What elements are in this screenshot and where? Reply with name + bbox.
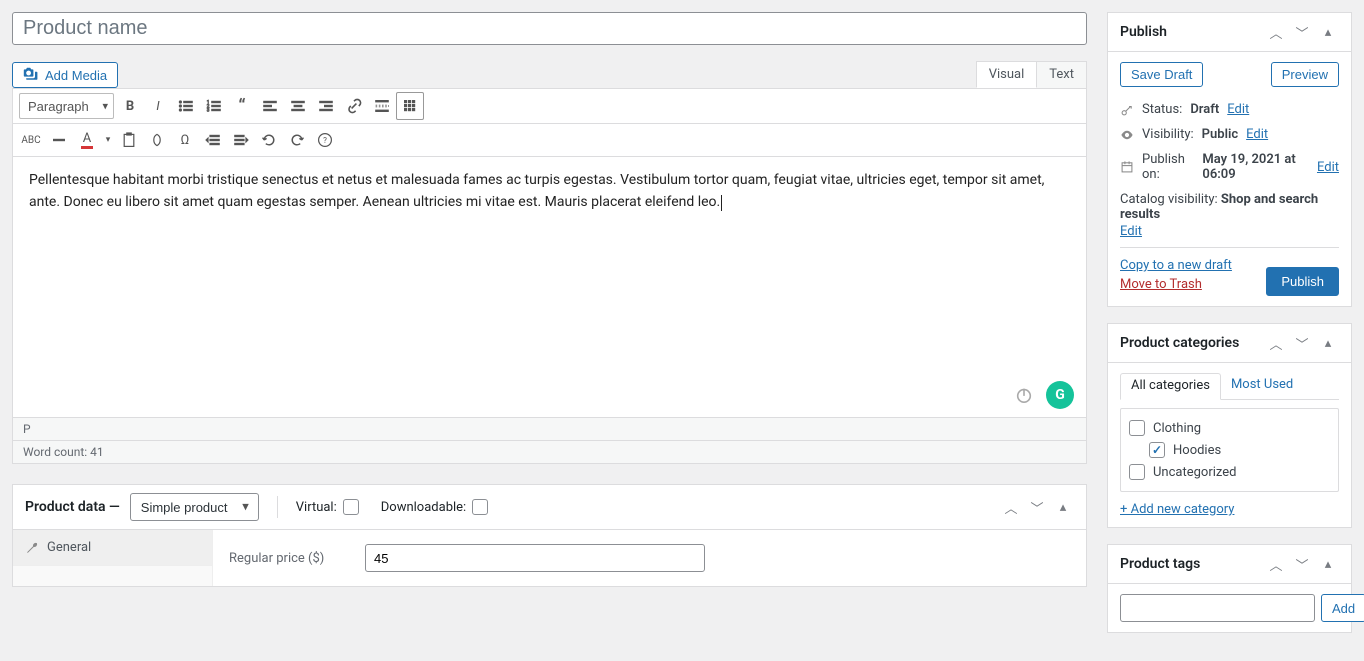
toggle-panel-icon[interactable]: ▴ <box>1317 553 1339 575</box>
align-left-button[interactable] <box>256 92 284 120</box>
redo-button[interactable] <box>283 126 311 154</box>
wrench-icon <box>25 541 39 555</box>
text-color-button[interactable]: A <box>73 126 101 154</box>
visibility-edit-link[interactable]: Edit <box>1246 127 1268 142</box>
category-label: Uncategorized <box>1153 465 1236 480</box>
virtual-checkbox-label[interactable]: Virtual: <box>296 499 359 515</box>
bullet-list-button[interactable] <box>172 92 200 120</box>
move-up-icon[interactable]: ︿ <box>1000 496 1022 518</box>
link-button[interactable] <box>340 92 368 120</box>
clear-formatting-button[interactable] <box>143 126 171 154</box>
move-up-icon[interactable]: ︿ <box>1265 553 1287 575</box>
editor-tab-text[interactable]: Text <box>1036 61 1087 88</box>
tags-title: Product tags <box>1120 556 1200 572</box>
svg-text:?: ? <box>323 136 327 145</box>
text-color-dropdown[interactable]: ▾ <box>101 126 115 154</box>
special-character-button[interactable]: Ω <box>171 126 199 154</box>
publish-on-value: May 19, 2021 at 06:09 <box>1202 152 1309 182</box>
editor-tab-visual[interactable]: Visual <box>976 61 1038 88</box>
tag-input[interactable] <box>1120 594 1315 622</box>
tab-most-used[interactable]: Most Used <box>1221 373 1303 399</box>
move-up-icon[interactable]: ︿ <box>1265 21 1287 43</box>
move-down-icon[interactable]: ﹀ <box>1291 21 1313 43</box>
tab-all-categories[interactable]: All categories <box>1120 373 1221 400</box>
paste-text-button[interactable] <box>115 126 143 154</box>
category-label: Clothing <box>1153 421 1201 436</box>
outdent-button[interactable] <box>199 126 227 154</box>
category-label: Hoodies <box>1173 443 1221 458</box>
visibility-value: Public <box>1202 127 1238 142</box>
categories-title: Product categories <box>1120 335 1239 351</box>
category-item[interactable]: Uncategorized <box>1129 461 1330 483</box>
add-tag-button[interactable]: Add <box>1321 594 1364 622</box>
regular-price-input[interactable] <box>365 544 705 572</box>
media-icon <box>23 67 39 83</box>
category-checkbox[interactable] <box>1129 420 1145 436</box>
hr-button[interactable] <box>45 126 73 154</box>
bold-button[interactable]: B <box>116 92 144 120</box>
product-type-select[interactable]: Simple product <box>130 493 259 521</box>
format-select[interactable]: Paragraph <box>19 93 114 119</box>
move-down-icon[interactable]: ﹀ <box>1291 332 1313 354</box>
help-button[interactable]: ? <box>311 126 339 154</box>
ordered-list-button[interactable]: 123 <box>200 92 228 120</box>
calendar-icon <box>1120 160 1134 174</box>
toggle-panel-icon[interactable]: ▴ <box>1052 496 1074 518</box>
read-more-button[interactable] <box>368 92 396 120</box>
key-icon <box>1120 103 1134 117</box>
eye-icon <box>1120 128 1134 142</box>
publish-on-label: Publish on: <box>1142 152 1194 182</box>
undo-button[interactable] <box>255 126 283 154</box>
move-to-trash-link[interactable]: Move to Trash <box>1120 277 1232 292</box>
align-right-button[interactable] <box>312 92 340 120</box>
move-up-icon[interactable]: ︿ <box>1265 332 1287 354</box>
category-item[interactable]: Clothing <box>1129 417 1330 439</box>
publish-button[interactable]: Publish <box>1266 267 1339 296</box>
schedule-edit-link[interactable]: Edit <box>1317 160 1339 175</box>
product-title-input[interactable] <box>12 12 1087 45</box>
indent-button[interactable] <box>227 126 255 154</box>
add-media-label: Add Media <box>45 68 107 83</box>
add-media-button[interactable]: Add Media <box>12 62 118 88</box>
power-icon[interactable] <box>1010 381 1038 409</box>
tab-general[interactable]: General <box>13 530 212 566</box>
save-draft-button[interactable]: Save Draft <box>1120 62 1203 87</box>
publish-title: Publish <box>1120 24 1167 40</box>
editor-path: P <box>13 417 1086 440</box>
status-edit-link[interactable]: Edit <box>1227 102 1249 117</box>
italic-button[interactable]: I <box>144 92 172 120</box>
copy-draft-link[interactable]: Copy to a new draft <box>1120 258 1232 273</box>
move-down-icon[interactable]: ﹀ <box>1026 496 1048 518</box>
grammarly-icon[interactable]: G <box>1046 381 1074 409</box>
align-center-button[interactable] <box>284 92 312 120</box>
category-checkbox[interactable] <box>1129 464 1145 480</box>
product-data-title: Product data — <box>25 499 120 515</box>
catalog-label: Catalog visibility: <box>1120 192 1218 207</box>
blockquote-button[interactable]: “ <box>228 92 256 120</box>
toolbar-toggle-button[interactable] <box>396 92 424 120</box>
category-checkbox[interactable] <box>1149 442 1165 458</box>
regular-price-label: Regular price ($) <box>229 551 349 566</box>
visibility-label: Visibility: <box>1142 127 1194 142</box>
strikethrough-button[interactable]: ABC <box>17 126 45 154</box>
move-down-icon[interactable]: ﹀ <box>1291 553 1313 575</box>
downloadable-checkbox-label[interactable]: Downloadable: <box>381 499 488 515</box>
status-value: Draft <box>1190 102 1219 117</box>
editor-content[interactable]: Pellentesque habitant morbi tristique se… <box>13 157 1086 417</box>
toggle-panel-icon[interactable]: ▴ <box>1317 21 1339 43</box>
add-new-category-link[interactable]: + Add new category <box>1120 502 1234 517</box>
catalog-edit-link[interactable]: Edit <box>1120 224 1142 239</box>
preview-button[interactable]: Preview <box>1271 62 1339 87</box>
virtual-checkbox[interactable] <box>343 499 359 515</box>
category-item[interactable]: Hoodies <box>1129 439 1330 461</box>
status-label: Status: <box>1142 102 1182 117</box>
downloadable-checkbox[interactable] <box>472 499 488 515</box>
svg-text:3: 3 <box>207 108 210 114</box>
word-count: Word count: 41 <box>13 440 1086 463</box>
toggle-panel-icon[interactable]: ▴ <box>1317 332 1339 354</box>
category-list: Clothing Hoodies Uncategorized <box>1120 408 1339 492</box>
editor-text: Pellentesque habitant morbi tristique se… <box>29 172 1044 210</box>
